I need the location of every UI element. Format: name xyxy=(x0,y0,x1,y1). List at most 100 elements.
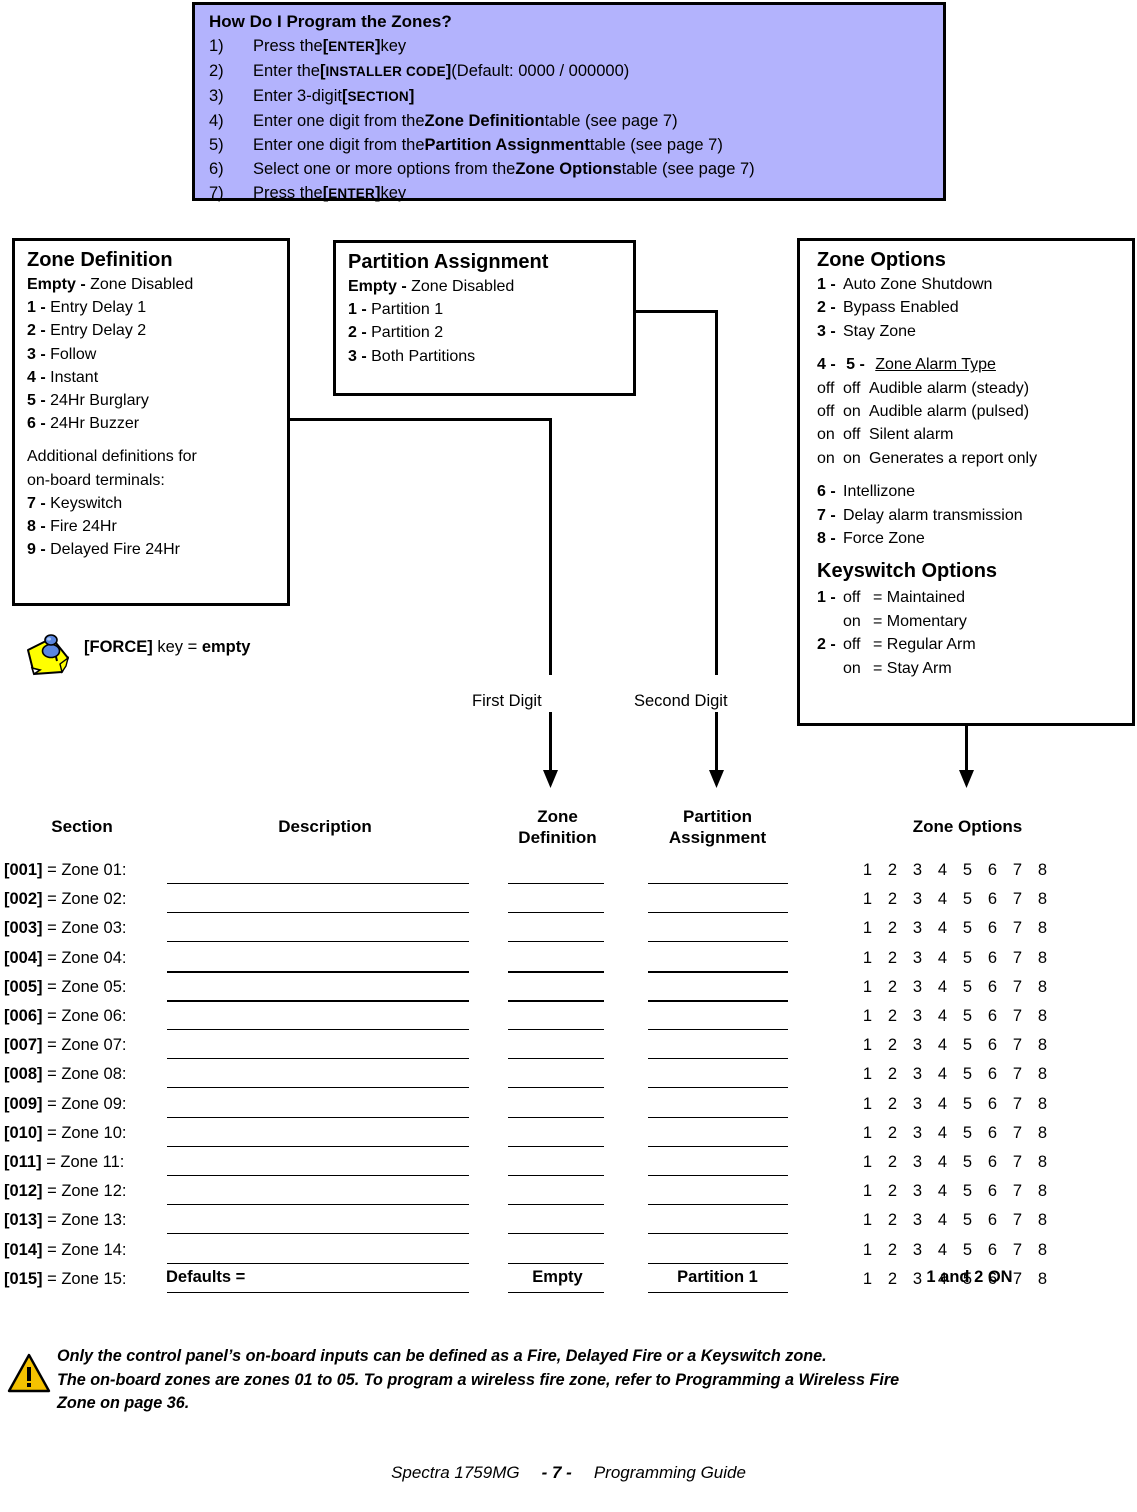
zone-option-number[interactable]: 7 xyxy=(1005,1124,1030,1143)
zone-option-number[interactable]: 2 xyxy=(880,949,905,968)
zone-option-number[interactable]: 6 xyxy=(980,1124,1005,1143)
zone-option-number[interactable]: 8 xyxy=(1030,890,1055,909)
description-blank-field[interactable] xyxy=(167,890,469,914)
zone-definition-blank-field[interactable] xyxy=(508,1182,604,1206)
zone-option-number[interactable]: 1 xyxy=(855,949,880,968)
partition-assignment-blank-field[interactable] xyxy=(648,861,788,884)
description-blank-field[interactable] xyxy=(167,1153,469,1176)
zone-option-number[interactable]: 2 xyxy=(880,1241,905,1260)
zone-option-number[interactable]: 4 xyxy=(930,1065,955,1084)
zone-option-number[interactable]: 4 xyxy=(930,1241,955,1260)
description-blank-field[interactable] xyxy=(167,1036,469,1060)
zone-option-number[interactable]: 2 xyxy=(880,1182,905,1201)
zone-option-number[interactable]: 7 xyxy=(1005,1095,1030,1114)
zone-option-number[interactable]: 7 xyxy=(1005,1182,1030,1201)
zone-option-number[interactable]: 1 xyxy=(855,1211,880,1230)
zone-option-number[interactable]: 5 xyxy=(955,1007,980,1026)
zone-option-number[interactable]: 2 xyxy=(880,890,905,909)
zone-option-number[interactable]: 5 xyxy=(955,861,980,880)
zone-option-number[interactable]: 5 xyxy=(955,919,980,938)
zone-option-number[interactable]: 3 xyxy=(905,890,930,909)
partition-assignment-blank-field[interactable] xyxy=(648,1211,788,1235)
zone-option-number[interactable]: 2 xyxy=(880,1124,905,1143)
zone-option-number[interactable]: 8 xyxy=(1030,1036,1055,1055)
partition-assignment-blank-field[interactable] xyxy=(648,1124,788,1147)
zone-option-number[interactable]: 1 xyxy=(855,1153,880,1172)
zone-definition-blank-field[interactable] xyxy=(508,949,604,973)
zone-option-number[interactable]: 7 xyxy=(1005,1065,1030,1084)
zone-option-number[interactable]: 3 xyxy=(905,1007,930,1026)
zone-option-number[interactable]: 5 xyxy=(955,1182,980,1201)
zone-option-number[interactable]: 2 xyxy=(880,1211,905,1230)
zone-option-number[interactable]: 7 xyxy=(1005,890,1030,909)
description-blank-field[interactable] xyxy=(167,919,469,943)
zone-option-number[interactable]: 4 xyxy=(930,1095,955,1114)
zone-option-number[interactable]: 6 xyxy=(980,919,1005,938)
zone-definition-blank-field[interactable] xyxy=(508,1153,604,1176)
zone-option-number[interactable]: 8 xyxy=(1030,919,1055,938)
zone-option-number[interactable]: 8 xyxy=(1030,949,1055,968)
zone-option-number[interactable]: 4 xyxy=(930,1182,955,1201)
zone-option-number[interactable]: 7 xyxy=(1005,1211,1030,1230)
zone-option-number[interactable]: 5 xyxy=(955,1211,980,1230)
zone-option-number[interactable]: 4 xyxy=(930,890,955,909)
zone-option-number[interactable]: 2 xyxy=(880,861,905,880)
zone-option-number[interactable]: 5 xyxy=(955,949,980,968)
zone-option-number[interactable]: 5 xyxy=(955,1065,980,1084)
partition-assignment-blank-field[interactable] xyxy=(648,1036,788,1060)
zone-option-number[interactable]: 3 xyxy=(905,1211,930,1230)
zone-definition-blank-field[interactable] xyxy=(508,1095,604,1118)
zone-option-number[interactable]: 1 xyxy=(855,1007,880,1026)
partition-assignment-blank-field[interactable] xyxy=(648,890,788,914)
zone-definition-blank-field[interactable] xyxy=(508,1241,604,1264)
zone-option-number[interactable]: 6 xyxy=(980,1211,1005,1230)
zone-definition-blank-field[interactable] xyxy=(508,1036,604,1060)
zone-option-number[interactable]: 4 xyxy=(930,949,955,968)
zone-option-number[interactable]: 2 xyxy=(880,1153,905,1172)
zone-option-number[interactable]: 3 xyxy=(905,949,930,968)
zone-option-number[interactable]: 1 xyxy=(855,978,880,997)
zone-option-number[interactable]: 6 xyxy=(980,1065,1005,1084)
zone-option-number[interactable]: 1 xyxy=(855,919,880,938)
zone-option-number[interactable]: 6 xyxy=(980,861,1005,880)
zone-option-number[interactable]: 1 xyxy=(855,1036,880,1055)
zone-option-number[interactable]: 7 xyxy=(1005,949,1030,968)
zone-option-number[interactable]: 4 xyxy=(930,861,955,880)
zone-option-number[interactable]: 5 xyxy=(955,1036,980,1055)
zone-option-number[interactable]: 2 xyxy=(880,1007,905,1026)
zone-option-number[interactable]: 4 xyxy=(930,1153,955,1172)
description-blank-field[interactable] xyxy=(167,949,469,973)
zone-option-number[interactable]: 2 xyxy=(880,919,905,938)
zone-option-number[interactable]: 4 xyxy=(930,1211,955,1230)
partition-assignment-blank-field[interactable] xyxy=(648,919,788,943)
zone-option-number[interactable]: 6 xyxy=(980,1036,1005,1055)
description-blank-field[interactable] xyxy=(167,861,469,884)
partition-assignment-blank-field[interactable] xyxy=(648,949,788,973)
zone-definition-blank-field[interactable] xyxy=(508,1124,604,1147)
zone-option-number[interactable]: 2 xyxy=(880,1065,905,1084)
zone-option-number[interactable]: 1 xyxy=(855,1065,880,1084)
zone-option-number[interactable]: 8 xyxy=(1030,1124,1055,1143)
zone-option-number[interactable]: 7 xyxy=(1005,1036,1030,1055)
zone-option-number[interactable]: 5 xyxy=(955,1241,980,1260)
zone-option-number[interactable]: 3 xyxy=(905,1182,930,1201)
zone-option-number[interactable]: 5 xyxy=(955,1153,980,1172)
zone-option-number[interactable]: 8 xyxy=(1030,1182,1055,1201)
zone-option-number[interactable]: 3 xyxy=(905,1036,930,1055)
zone-option-number[interactable]: 4 xyxy=(930,978,955,997)
zone-definition-blank-field[interactable] xyxy=(508,890,604,914)
zone-option-number[interactable]: 6 xyxy=(980,890,1005,909)
zone-option-number[interactable]: 2 xyxy=(880,1095,905,1114)
zone-option-number[interactable]: 2 xyxy=(880,1036,905,1055)
zone-option-number[interactable]: 7 xyxy=(1005,861,1030,880)
description-blank-field[interactable] xyxy=(167,1065,469,1089)
zone-definition-blank-field[interactable] xyxy=(508,978,604,1002)
zone-option-number[interactable]: 3 xyxy=(905,919,930,938)
zone-option-number[interactable]: 5 xyxy=(955,1095,980,1114)
zone-option-number[interactable]: 5 xyxy=(955,978,980,997)
zone-option-number[interactable]: 3 xyxy=(905,861,930,880)
zone-option-number[interactable]: 4 xyxy=(930,919,955,938)
zone-option-number[interactable]: 6 xyxy=(980,949,1005,968)
zone-definition-blank-field[interactable] xyxy=(508,1211,604,1235)
zone-option-number[interactable]: 3 xyxy=(905,1153,930,1172)
